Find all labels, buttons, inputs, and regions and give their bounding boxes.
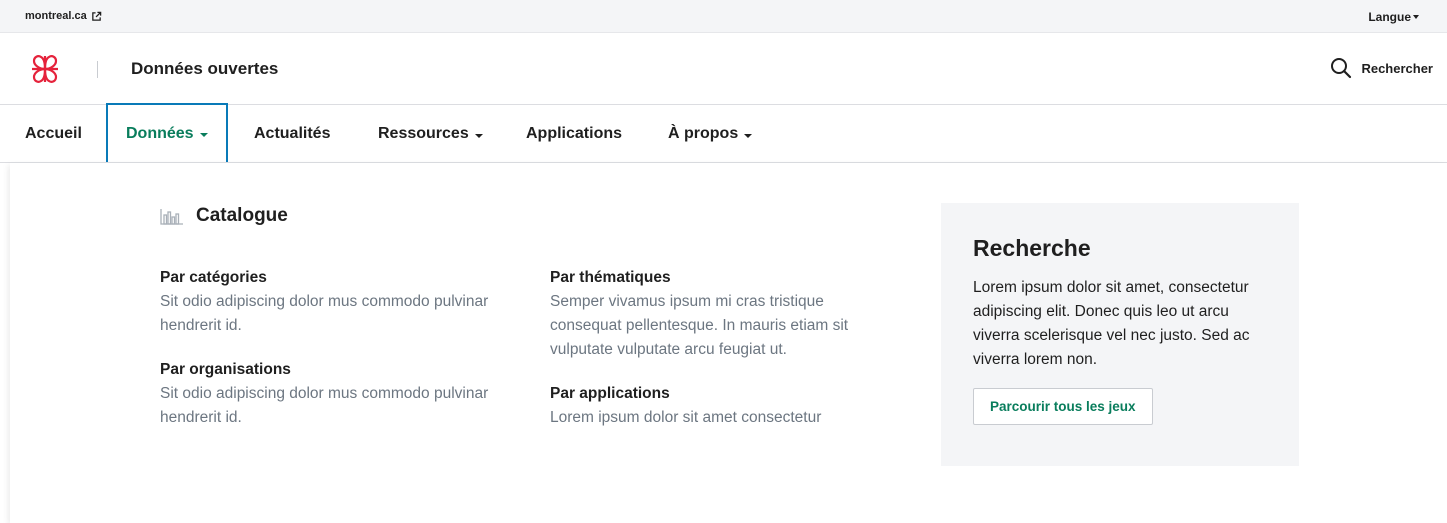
link-title[interactable]: Par applications: [550, 382, 895, 406]
link-description: Sit odio adipiscing dolor mus commodo pu…: [160, 385, 489, 426]
link-description: Sit odio adipiscing dolor mus commodo pu…: [160, 293, 489, 334]
language-label: Langue: [1368, 10, 1411, 24]
site-title[interactable]: Données ouvertes: [131, 59, 278, 79]
link-title[interactable]: Par thématiques: [550, 266, 895, 290]
language-selector[interactable]: Langue: [1368, 10, 1419, 24]
donnees-dropdown-menu: Catalogue Par catégories Sit odio adipis…: [10, 163, 1447, 523]
nav-item-actualites[interactable]: Actualités: [254, 105, 330, 163]
link-description: Semper vivamus ipsum mi cras tristique c…: [550, 293, 849, 358]
link-title[interactable]: Par organisations: [160, 358, 500, 382]
link-title[interactable]: Par catégories: [160, 266, 500, 290]
nav-label: Applications: [526, 125, 623, 142]
nav-item-applications[interactable]: Applications: [526, 105, 622, 163]
link-par-categories[interactable]: Par catégories Sit odio adipiscing dolor…: [160, 266, 500, 338]
site-header: Données ouvertes Rechercher: [0, 33, 1447, 105]
montreal-logo-icon[interactable]: [28, 52, 62, 86]
chevron-down-icon: [474, 133, 483, 138]
catalogue-heading: Catalogue: [160, 205, 288, 227]
montreal-site-link[interactable]: montreal.ca: [25, 10, 102, 22]
nav-item-donnees[interactable]: Données: [106, 103, 228, 162]
nav-label: À propos: [668, 125, 739, 142]
chevron-down-icon: [1413, 15, 1419, 19]
nav-item-a-propos[interactable]: À propos: [668, 105, 753, 163]
nav-label: Données: [126, 124, 194, 142]
site-link-label: montreal.ca: [25, 10, 87, 22]
link-description: Lorem ipsum dolor sit amet consectetur: [550, 409, 822, 426]
header-divider: [97, 61, 98, 78]
chevron-down-icon: [199, 133, 208, 137]
browse-all-datasets-button[interactable]: Parcourir tous les jeux: [973, 388, 1153, 425]
nav-label: Actualités: [254, 125, 331, 142]
link-par-applications[interactable]: Par applications Lorem ipsum dolor sit a…: [550, 382, 895, 430]
nav-label: Ressources: [378, 125, 469, 142]
catalogue-title: Catalogue: [196, 205, 288, 226]
search-label: Rechercher: [1361, 60, 1433, 76]
external-link-icon: [91, 11, 102, 21]
link-par-thematiques[interactable]: Par thématiques Semper vivamus ipsum mi …: [550, 266, 895, 362]
nav-item-accueil[interactable]: Accueil: [25, 105, 82, 163]
panel-text: Lorem ipsum dolor sit amet, consectetur …: [973, 279, 1250, 368]
utility-bar: montreal.ca Langue: [0, 0, 1447, 33]
bar-chart-icon: [160, 209, 183, 225]
search-icon: [1331, 58, 1352, 79]
nav-label: Accueil: [25, 125, 82, 142]
chevron-down-icon: [744, 133, 753, 138]
link-par-organisations[interactable]: Par organisations Sit odio adipiscing do…: [160, 358, 500, 430]
panel-title: Recherche: [973, 235, 1091, 261]
recherche-panel: Recherche Lorem ipsum dolor sit amet, co…: [941, 203, 1299, 466]
search-button[interactable]: Rechercher: [1330, 57, 1433, 79]
nav-item-ressources[interactable]: Ressources: [378, 105, 483, 163]
main-nav: Accueil Données Actualités Ressources Ap…: [0, 103, 1447, 163]
